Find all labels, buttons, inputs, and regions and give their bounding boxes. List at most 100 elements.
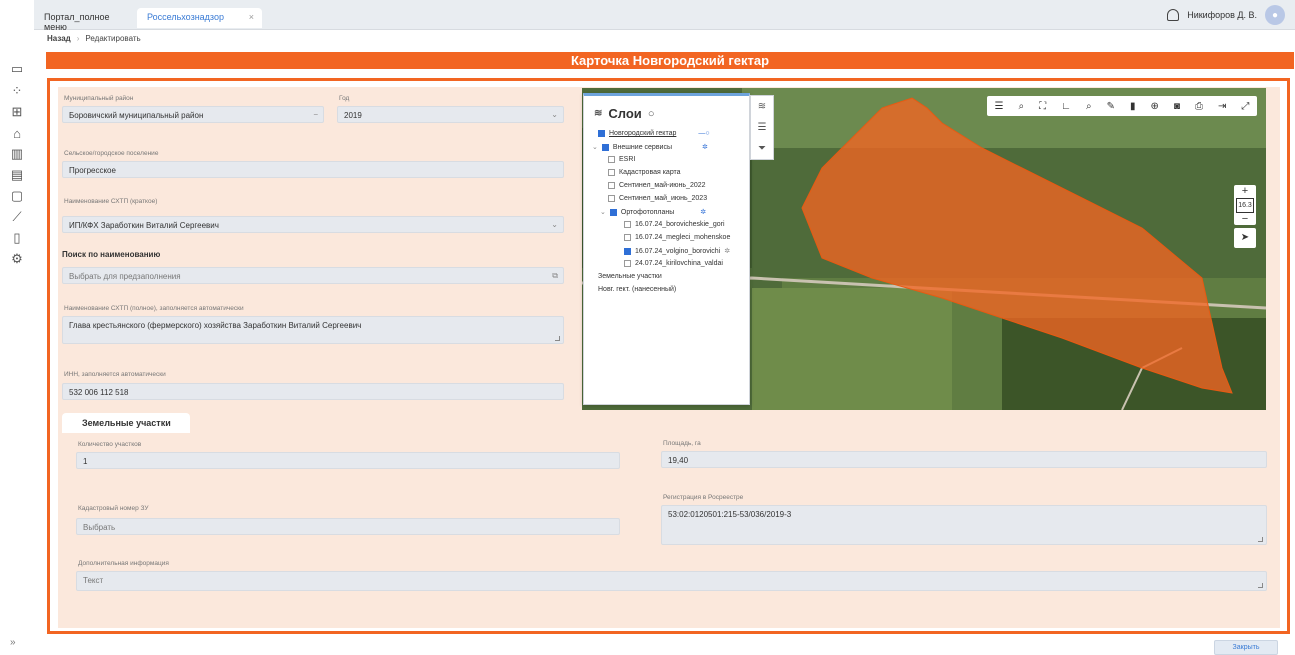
tab-land-plots[interactable]: Земельные участки — [62, 413, 190, 433]
layer-label: Новгородский гектар — [609, 130, 677, 137]
chevron-down-icon[interactable]: ⌄ — [592, 143, 598, 151]
close-icon[interactable]: × — [249, 12, 254, 22]
layer-item[interactable]: Сентинел_май-июнь_2022 — [608, 182, 706, 189]
extra-textarea[interactable]: Текст — [76, 571, 1267, 591]
short-name-label: Наименование СХТП (краткое) — [64, 198, 158, 205]
measure-icon[interactable]: ∟ — [1061, 101, 1071, 112]
layer-group[interactable]: ⌄ Ортофотопланы ✲ — [600, 208, 706, 216]
line-chart-icon[interactable]: ⟋ — [8, 208, 26, 226]
area-label: Площадь, га — [663, 440, 701, 447]
year-label: Год — [339, 95, 350, 102]
book-icon[interactable]: ▯ — [8, 229, 26, 247]
layer-item[interactable]: 24.07.24_kirilovchina_valdai — [624, 260, 723, 267]
bell-icon[interactable] — [1167, 9, 1180, 21]
layers-tool-icon[interactable]: ☰ — [995, 101, 1004, 112]
year-select[interactable]: 2019 ⌄ — [337, 106, 564, 123]
expand-rail-icon[interactable]: » — [10, 637, 16, 648]
area-field[interactable]: 19,40 — [661, 451, 1267, 468]
breadcrumb: Назад › Редактировать — [47, 34, 141, 43]
layer-checkbox[interactable] — [624, 234, 631, 241]
inn-field[interactable]: 532 006 112 518 — [62, 383, 564, 400]
document-icon[interactable]: ▤ — [8, 166, 26, 184]
zoom-in-button[interactable]: + — [1234, 185, 1256, 198]
fullscreen-icon[interactable]: ⤢ — [1241, 101, 1249, 112]
search-icon[interactable]: ○ — [648, 108, 655, 120]
layer-checkbox[interactable] — [624, 260, 631, 267]
close-button[interactable]: Закрыть — [1214, 640, 1278, 655]
layer-checkbox[interactable] — [608, 169, 615, 176]
delete-icon[interactable]: ▮ — [1130, 101, 1136, 112]
grid-icon[interactable]: ⁘ — [8, 82, 26, 100]
terminal-icon[interactable]: ▭ — [8, 60, 26, 78]
layer-item[interactable]: 16.07.24_megleci_mohenskoe — [624, 234, 730, 241]
search-select[interactable]: Выбрать для предзаполнения ⧉ — [62, 267, 564, 284]
inn-value: 532 006 112 518 — [69, 388, 129, 397]
registry-textarea[interactable]: 53:02:0120501:215-53/036/2019-3 — [661, 505, 1267, 545]
zoom-tool-icon[interactable]: ⌕ — [1086, 101, 1092, 112]
tab-label: Россельхознадзор — [147, 12, 224, 22]
count-field[interactable]: 1 — [76, 452, 620, 469]
layer-checkbox[interactable] — [598, 130, 605, 137]
resize-handle-icon[interactable] — [555, 336, 560, 341]
chevron-down-icon[interactable]: ⌄ — [551, 110, 558, 119]
search-tool-icon[interactable]: ⌕ — [1018, 101, 1024, 112]
settings-icon[interactable]: ✲ — [702, 143, 708, 151]
gear-icon[interactable]: ⚙ — [8, 250, 26, 268]
resize-handle-icon[interactable] — [1258, 537, 1263, 542]
layer-item[interactable]: Новгородский гектар —○ — [598, 130, 710, 137]
extra-placeholder: Текст — [83, 576, 104, 585]
layer-item[interactable]: Земельные участки — [598, 273, 662, 280]
layer-checkbox[interactable] — [608, 182, 615, 189]
list-icon[interactable]: ☰ — [758, 122, 767, 133]
layer-item[interactable]: Сентинел_май_июнь_2023 — [608, 195, 707, 202]
short-name-select[interactable]: ИП/КФХ Заработкин Виталий Сергеевич ⌄ — [62, 216, 564, 233]
back-link[interactable]: Назад — [47, 34, 71, 43]
building-icon[interactable]: ⌂ — [8, 124, 26, 142]
settlement-field[interactable]: Прогресское — [62, 161, 564, 178]
layer-label: ESRI — [619, 156, 636, 163]
layer-checkbox[interactable] — [609, 208, 617, 216]
user-menu[interactable]: Никифоров Д. В. ● — [1167, 5, 1285, 25]
layer-checkbox[interactable] — [601, 143, 609, 151]
export-icon[interactable]: ⇥ — [1218, 101, 1226, 112]
filter-icon[interactable]: ⏷ — [758, 143, 766, 154]
table-icon[interactable]: ⊞ — [8, 103, 26, 121]
settlement-value: Прогресское — [69, 166, 116, 175]
layer-item[interactable]: ESRI — [608, 156, 635, 163]
layer-checkbox[interactable] — [624, 247, 631, 255]
settings-icon[interactable]: ✲ — [724, 247, 730, 255]
bar-chart-icon[interactable]: ▥ — [8, 145, 26, 163]
zoom-level: 16.3 — [1236, 198, 1254, 213]
layer-checkbox[interactable] — [624, 221, 631, 228]
cadastral-select[interactable]: Выбрать — [76, 518, 620, 535]
draw-icon[interactable]: ✎ — [1107, 101, 1115, 112]
globe-icon[interactable]: ⊕ — [1151, 101, 1159, 112]
clear-icon[interactable]: − — [313, 110, 318, 119]
layer-item[interactable]: Кадастровая карта — [608, 169, 681, 176]
chevron-down-icon[interactable]: ⌄ — [600, 208, 606, 216]
full-name-textarea[interactable]: Глава крестьянского (фермерского) хозяйс… — [62, 316, 564, 344]
camera-icon[interactable]: ◙ — [1174, 101, 1180, 112]
layer-item[interactable]: 16.07.24_borovicheskie_gori — [624, 221, 725, 228]
tab-rosselkhoznadzor[interactable]: Россельхознадзор × — [137, 8, 262, 28]
layer-checkbox[interactable] — [608, 156, 615, 163]
layer-item[interactable]: Новг. гект. (нанесенный) — [598, 286, 676, 293]
layer-label: 16.07.24_volgino_borovichi — [635, 247, 721, 255]
layer-checkbox[interactable] — [608, 195, 615, 202]
copy-icon[interactable]: ⧉ — [552, 271, 558, 281]
avatar[interactable]: ● — [1265, 5, 1285, 25]
settings-icon[interactable]: ✲ — [700, 208, 706, 216]
resize-handle-icon[interactable] — [1258, 583, 1263, 588]
stack-icon[interactable]: ≋ — [758, 101, 766, 112]
chevron-down-icon[interactable]: ⌄ — [551, 220, 558, 229]
tab-portal[interactable]: Портал_полное меню — [34, 8, 134, 32]
print-icon[interactable]: ⎙ — [1195, 101, 1203, 112]
layer-item[interactable]: 16.07.24_volgino_borovichi ✲ — [624, 247, 730, 255]
locate-icon[interactable]: ➤ — [1234, 228, 1256, 248]
layer-group[interactable]: ⌄ Внешние сервисы ✲ — [592, 143, 708, 151]
folder-icon[interactable]: ▢ — [8, 187, 26, 205]
select-area-icon[interactable]: ⛶ — [1039, 101, 1046, 112]
zoom-out-button[interactable]: − — [1234, 213, 1256, 226]
district-select[interactable]: Боровичский муниципальный район − — [62, 106, 324, 123]
layer-opacity-slider[interactable]: —○ — [698, 130, 709, 137]
